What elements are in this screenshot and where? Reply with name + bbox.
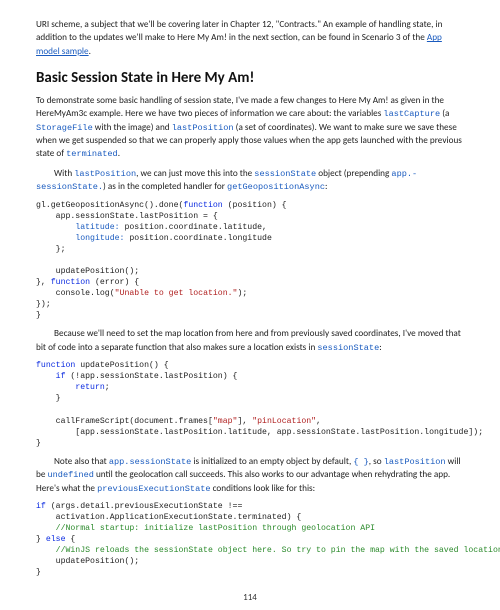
p4-a: Because we'll need to set the map locati… <box>36 328 461 352</box>
c2-l3b: ; <box>105 383 110 392</box>
c2-l2-kw: if <box>56 372 66 381</box>
code-app: app.- <box>391 169 417 179</box>
c2-l1a: updatePosition() { <box>75 361 168 370</box>
section-heading: Basic Session State in Here My Am! <box>36 68 464 90</box>
p5-b: is initialized to an empty object by def… <box>191 456 353 467</box>
c2-l5-str1: "map" <box>213 417 238 426</box>
c1-l1b: (position) { <box>223 201 287 210</box>
p5-f: conditions look like for this: <box>211 483 316 494</box>
c2-l2a <box>36 372 56 381</box>
c1-l1a: gl.getGeopositionAsync().done( <box>36 201 183 210</box>
code-block-2: function updatePosition() { if (!app.ses… <box>36 360 464 449</box>
p5-c: , so <box>369 456 384 467</box>
p3-a: With <box>54 168 74 179</box>
intro-text-b: . <box>89 46 91 57</box>
c1-l4b: longitude: <box>75 234 124 243</box>
code-sessionstate: sessionState <box>254 169 316 179</box>
c3-l6: updatePosition(); <box>36 557 139 566</box>
p2-b: (a <box>440 108 449 119</box>
c1-l4a <box>36 234 75 243</box>
code-lastcapture: lastCapture <box>383 109 440 119</box>
c1-l1-kw: function <box>183 201 222 210</box>
p4-b: : <box>379 342 381 353</box>
c2-l6: [app.sessionState.lastPosition.latitude,… <box>36 428 483 437</box>
code-terminated: terminated <box>66 149 118 159</box>
c3-l1-kw: if <box>36 502 46 511</box>
p5-a: Note also that <box>54 456 109 467</box>
code-lastposition: lastPosition <box>172 123 234 133</box>
c3-l4b: { <box>65 535 75 544</box>
c2-l1-kw: function <box>36 361 75 370</box>
c3-l4a: } <box>36 535 46 544</box>
c1-l9: }); <box>36 300 51 309</box>
p3-c: object (prepending <box>316 168 391 179</box>
c1-l5: }; <box>36 245 65 254</box>
c2-l5-str2: "pinLocation" <box>252 417 316 426</box>
code-getgeo: getGeopositionAsync <box>227 182 325 192</box>
c1-l8b: ); <box>237 289 247 298</box>
c1-l4c: position.coordinate.longitude <box>124 234 271 243</box>
code-prevexec: previousExecutionState <box>97 484 210 494</box>
code-sessionstate2: sessionState <box>317 343 379 353</box>
body-p3: With lastPosition, we can just move this… <box>36 167 464 194</box>
code-storagefile: StorageFile <box>36 123 93 133</box>
c3-l7: } <box>36 568 41 577</box>
code-lastposition2: lastPosition <box>74 169 136 179</box>
c2-l5c: , <box>316 417 321 426</box>
code-lastposition3: lastPosition <box>384 457 446 467</box>
code-undefined: undefined <box>47 470 93 480</box>
c1-l7b: (error) { <box>90 278 139 287</box>
c1-l8-str: "Unable to get location." <box>115 289 238 298</box>
intro-paragraph: URI scheme, a subject that we'll be cove… <box>36 18 464 58</box>
code-block-3: if (args.detail.previousExecutionState !… <box>36 501 464 578</box>
p3-b: , we can just move this into the <box>136 168 254 179</box>
c2-l3-kw: return <box>75 383 104 392</box>
code-sessionstate-b: sessionState. <box>36 182 103 192</box>
p2-c: with the image) and <box>93 122 172 133</box>
body-p2: To demonstrate some basic handling of se… <box>36 94 464 161</box>
c3-l1a: (args.detail.previousExecutionState !== <box>46 502 243 511</box>
body-p4: Because we'll need to set the map locati… <box>36 327 464 354</box>
c3-l5a <box>36 546 56 555</box>
p2-e: . <box>118 148 120 159</box>
c1-l6: updatePosition(); <box>36 267 139 276</box>
c3-l5-cmt: //WinJS reloads the sessionState object … <box>56 546 500 555</box>
c1-l8a: console.log( <box>36 289 115 298</box>
c1-l10: } <box>36 311 41 320</box>
p3-e: : <box>325 181 327 192</box>
c3-l2: activation.ApplicationExecutionState.ter… <box>36 513 301 522</box>
code-block-1: gl.getGeopositionAsync().done(function (… <box>36 200 464 322</box>
c1-l2: app.sessionState.lastPosition = { <box>36 212 218 221</box>
body-p5: Note also that app.sessionState is initi… <box>36 455 464 495</box>
c2-l5b: ], <box>237 417 252 426</box>
c1-l7-kw: function <box>51 278 90 287</box>
page-number: 114 <box>0 591 500 604</box>
code-appsessionstate: app.sessionState <box>109 457 192 467</box>
c1-l3c: position.coordinate.latitude, <box>120 223 267 232</box>
c3-l3a <box>36 524 56 533</box>
c3-l4-kw: else <box>46 535 66 544</box>
c2-l4: } <box>36 394 61 403</box>
c1-l3a <box>36 223 75 232</box>
c1-l3b: latitude: <box>75 223 119 232</box>
code-emptyobj: { } <box>353 457 368 467</box>
c2-l7: } <box>36 439 41 448</box>
c1-l7a: }, <box>36 278 51 287</box>
intro-text-a: URI scheme, a subject that we'll be cove… <box>36 19 442 43</box>
p3-d: ) as in the completed handler for <box>103 181 227 192</box>
c2-l3a <box>36 383 75 392</box>
c3-l3-cmt: //Normal startup: initialize lastPositio… <box>56 524 375 533</box>
c2-l5a: callFrameScript(document.frames[ <box>36 417 213 426</box>
c2-l2b: (!app.sessionState.lastPosition) { <box>65 372 237 381</box>
